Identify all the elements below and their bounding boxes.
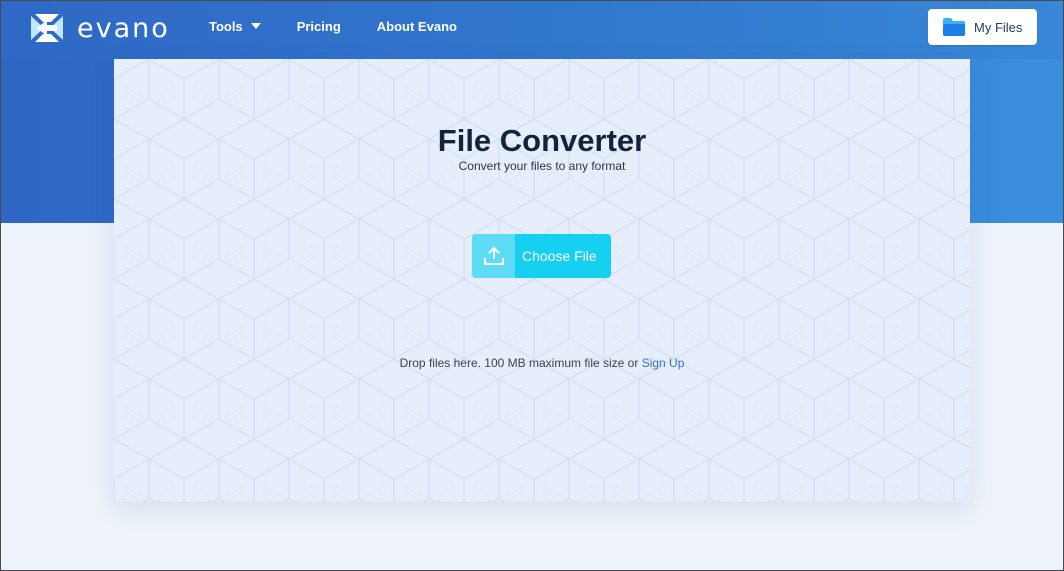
nav-about-evano[interactable]: About Evano [377, 19, 457, 34]
nav-pricing-label: Pricing [296, 18, 341, 34]
choose-file-label: Choose File [522, 248, 597, 264]
converter-card[interactable]: File Converter Convert your files to any… [114, 59, 970, 502]
page-subtitle: Convert your files to any format [458, 159, 626, 173]
main-nav: Tools Pricing About Evano [209, 1, 457, 51]
nav-about-label: About Evano [376, 18, 457, 34]
nav-pricing[interactable]: Pricing [297, 19, 341, 34]
nav-tools[interactable]: Tools [209, 19, 261, 34]
evano-logo-icon [31, 14, 63, 42]
my-files-label: My Files [974, 19, 1023, 35]
drop-hint-text: Drop files here. 100 MB maximum file siz… [399, 356, 639, 370]
brand-name: evano [77, 12, 170, 44]
upload-icon-box [472, 234, 515, 278]
sign-up-link[interactable]: Sign Up [642, 356, 685, 370]
nav-tools-label: Tools [209, 18, 243, 34]
choose-file-button[interactable]: Choose File [472, 234, 611, 278]
upload-icon [483, 246, 504, 265]
folder-icon [943, 18, 965, 36]
my-files-button[interactable]: My Files [928, 9, 1037, 45]
chevron-down-icon [250, 23, 261, 29]
drop-zone-hint: Drop files here. 100 MB maximum file siz… [114, 356, 970, 370]
brand-logo[interactable]: evano [27, 11, 170, 45]
page-title: File Converter [437, 123, 647, 158]
top-navbar: evano Tools Pricing About Evano My Files [1, 1, 1063, 59]
